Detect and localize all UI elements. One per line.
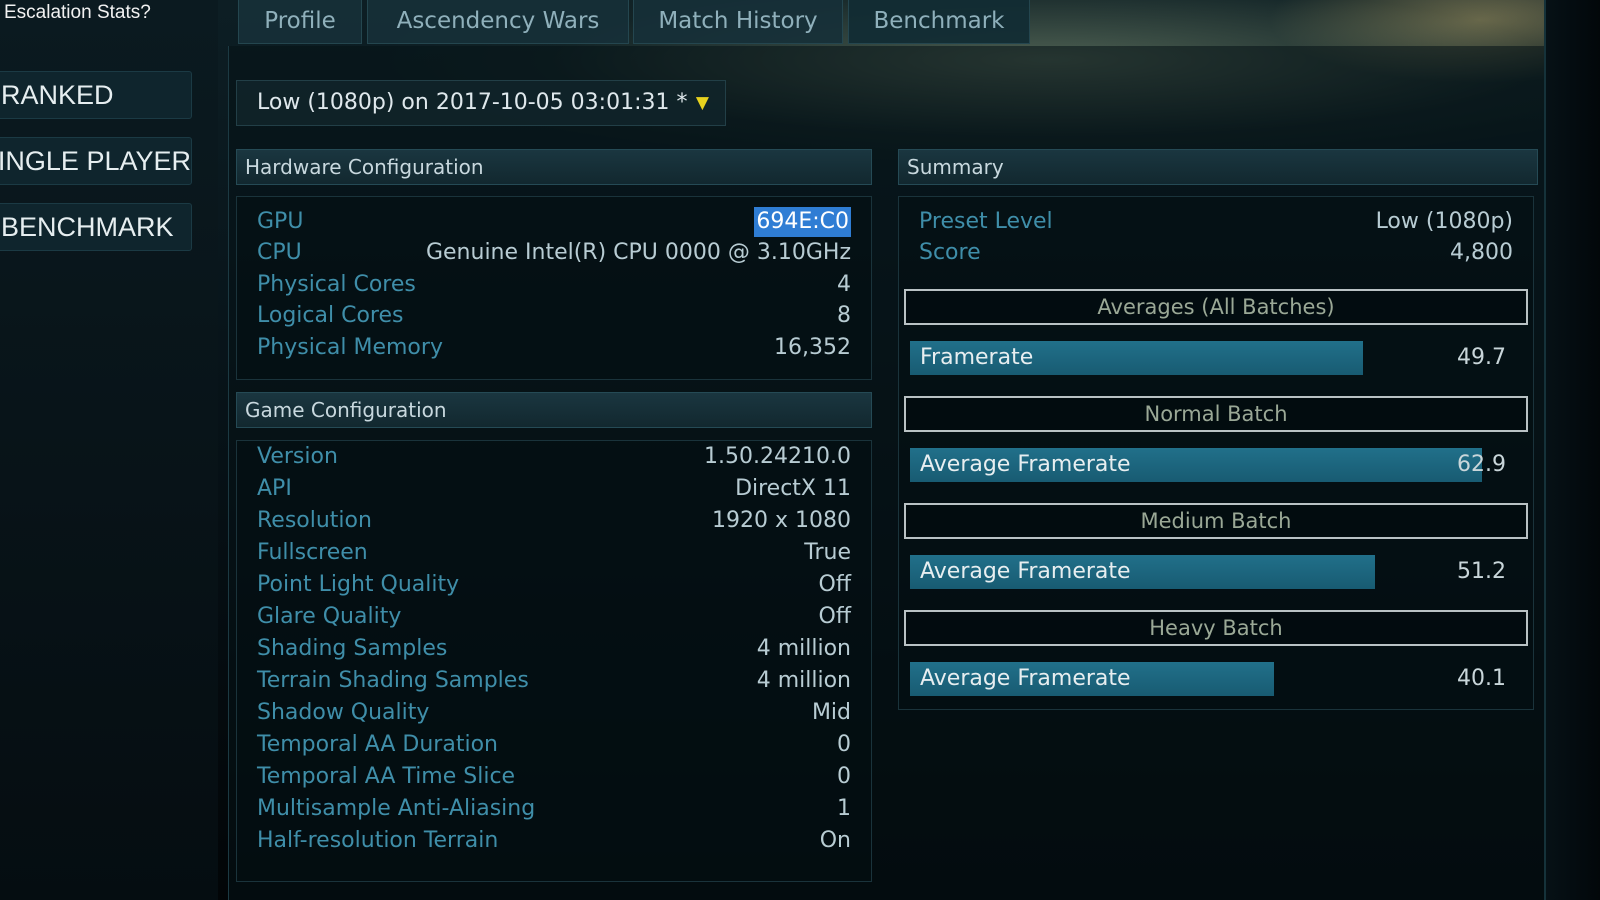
row-value: 1	[837, 796, 851, 821]
hardware-row-physical-memory: Physical Memory 16,352	[257, 333, 851, 363]
bar-value: 62.9	[1457, 452, 1506, 477]
batch-header-heavy: Heavy Batch	[904, 610, 1528, 646]
chevron-down-icon: ▼	[695, 93, 709, 113]
bar-label: Average Framerate	[920, 559, 1131, 584]
game-row: Temporal AA Duration 0	[257, 730, 851, 760]
game-row: Glare Quality Off	[257, 602, 851, 632]
row-label: Preset Level	[919, 209, 1053, 234]
row-label: Score	[919, 240, 981, 265]
batch-header-medium: Medium Batch	[904, 503, 1528, 539]
row-label: Point Light Quality	[257, 572, 460, 597]
hardware-row-gpu: GPU 694E:C0	[257, 207, 851, 237]
sidebar-item-label: BENCHMARK	[1, 212, 174, 242]
row-value: 0	[837, 764, 851, 789]
row-label: Logical Cores	[257, 303, 404, 328]
game-row: Temporal AA Time Slice 0	[257, 762, 851, 792]
row-label: GPU	[257, 209, 304, 234]
row-label: Resolution	[257, 508, 372, 533]
row-value: 1.50.24210.0	[704, 444, 851, 469]
row-label: Half-resolution Terrain	[257, 828, 499, 853]
framerate-bar: Average Framerate 51.2	[910, 555, 1506, 589]
row-value: Low (1080p)	[1375, 209, 1513, 234]
row-value: On	[819, 828, 851, 853]
hardware-row-cpu: CPU Genuine Intel(R) CPU 0000 @ 3.10GHz	[257, 238, 851, 268]
sidebar-item-benchmark[interactable]: BENCHMARK	[0, 203, 192, 251]
row-value: DirectX 11	[735, 476, 851, 501]
row-label: Shading Samples	[257, 636, 448, 661]
row-value: 8	[837, 303, 851, 328]
row-label: Shadow Quality	[257, 700, 430, 725]
game-config-list: Version 1.50.24210.0 API DirectX 11 Resolu…	[236, 440, 872, 882]
game-row: Terrain Shading Samples 4 million	[257, 666, 851, 696]
bar-label: Average Framerate	[920, 666, 1131, 691]
row-value: 16,352	[774, 335, 851, 360]
bar-label: Average Framerate	[920, 452, 1131, 477]
sidebar-item-label: SINGLE PLAYER	[0, 146, 191, 176]
row-label: CPU	[257, 240, 302, 265]
row-value: Mid	[811, 700, 851, 725]
row-label: Multisample Anti-Aliasing	[257, 796, 536, 821]
row-value: 1920 x 1080	[712, 508, 851, 533]
game-row: Half-resolution Terrain On	[257, 826, 851, 856]
row-label: API	[257, 476, 292, 501]
sidebar-item-single-player[interactable]: SINGLE PLAYER	[0, 137, 192, 185]
row-label: Terrain Shading Samples	[257, 668, 529, 693]
hardware-list: GPU 694E:C0 CPU Genuine Intel(R) CPU 0000 …	[236, 196, 872, 380]
game-row: Version 1.50.24210.0	[257, 442, 851, 472]
row-label: Physical Memory	[257, 335, 443, 360]
hardware-section-title: Hardware Configuration	[236, 149, 872, 185]
tab-match-history[interactable]: Match History	[633, 0, 843, 44]
bar-value: 40.1	[1457, 666, 1506, 691]
game-row: Multisample Anti-Aliasing 1	[257, 794, 851, 824]
game-row: Point Light Quality Off	[257, 570, 851, 600]
row-value: True	[804, 540, 851, 565]
bar-value: 49.7	[1457, 345, 1506, 370]
row-value: 4	[837, 272, 851, 297]
row-value: Off	[818, 572, 851, 597]
batch-header-averages: Averages (All Batches)	[904, 289, 1528, 325]
row-label: Temporal AA Time Slice	[257, 764, 516, 789]
benchmark-run-select[interactable]: Low (1080p) on 2017-10-05 03:01:31 * ▼	[236, 80, 726, 126]
window-edge	[1544, 0, 1600, 900]
game-row: Shading Samples 4 million	[257, 634, 851, 664]
framerate-bar: Framerate 49.7	[910, 341, 1506, 375]
hardware-row-logical-cores: Logical Cores 8	[257, 301, 851, 331]
row-value: 4 million	[756, 636, 851, 661]
framerate-bar: Average Framerate 62.9	[910, 448, 1506, 482]
row-label: Temporal AA Duration	[257, 732, 498, 757]
game-row: API DirectX 11	[257, 474, 851, 504]
sidebar-item-ranked[interactable]: RANKED	[0, 71, 192, 119]
summary-section-title: Summary	[898, 149, 1538, 185]
row-value: 4 million	[756, 668, 851, 693]
game-section-title: Game Configuration	[236, 392, 872, 428]
sidebar-title: Escalation Stats?	[4, 2, 151, 23]
row-value: 4,800	[1450, 240, 1513, 265]
row-label: Version	[257, 444, 338, 469]
row-value: Genuine Intel(R) CPU 0000 @ 3.10GHz	[425, 240, 851, 265]
row-value: 0	[837, 732, 851, 757]
game-row: Fullscreen True	[257, 538, 851, 568]
row-label: Physical Cores	[257, 272, 416, 297]
tab-benchmark[interactable]: Benchmark	[848, 0, 1030, 44]
bar-label: Framerate	[920, 345, 1034, 370]
row-value-selected[interactable]: 694E:C0	[754, 207, 851, 237]
framerate-bar: Average Framerate 40.1	[910, 662, 1506, 696]
row-value: Off	[818, 604, 851, 629]
sidebar-item-label: RANKED	[1, 80, 114, 110]
summary-row-score: Score 4,800	[919, 238, 1513, 268]
run-select-value: Low (1080p) on 2017-10-05 03:01:31 *	[257, 90, 688, 115]
row-label: Fullscreen	[257, 540, 368, 565]
tab-ascendency-wars[interactable]: Ascendency Wars	[367, 0, 629, 44]
row-label: Glare Quality	[257, 604, 402, 629]
game-row: Resolution 1920 x 1080	[257, 506, 851, 536]
sidebar: Escalation Stats? RANKED SINGLE PLAYER B…	[0, 0, 218, 900]
summary-row-preset: Preset Level Low (1080p)	[919, 207, 1513, 237]
batch-header-normal: Normal Batch	[904, 396, 1528, 432]
hardware-row-physical-cores: Physical Cores 4	[257, 270, 851, 300]
game-row: Shadow Quality Mid	[257, 698, 851, 728]
tab-profile[interactable]: Profile	[238, 0, 362, 44]
bar-value: 51.2	[1457, 559, 1506, 584]
